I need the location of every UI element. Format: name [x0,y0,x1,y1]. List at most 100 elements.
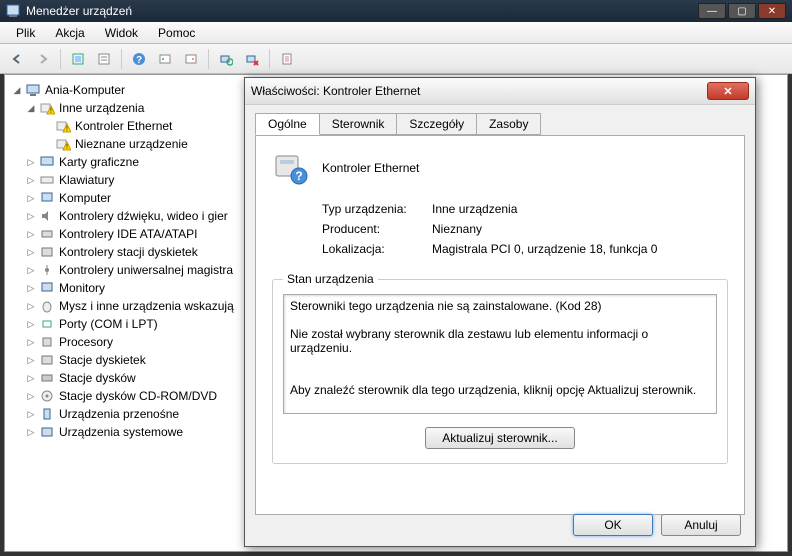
warning-device-icon: ! [55,136,71,152]
dialog-body: Ogólne Sterownik Szczegóły Zasoby ? Kont… [245,105,755,523]
dialog-footer: OK Anuluj [573,514,741,536]
type-value: Inne urządzenia [432,202,728,216]
status-legend: Stan urządzenia [283,272,378,286]
help-button[interactable]: ? [128,48,150,70]
computer-icon [25,82,41,98]
node-label: Kontrolery IDE ATA/ATAPI [59,227,198,241]
expand-icon[interactable]: ▷ [25,246,37,258]
node-label: Urządzenia przenośne [59,407,179,421]
node-label: Karty graficzne [59,155,139,169]
expand-icon[interactable]: ▷ [25,390,37,402]
toolbar-icon[interactable] [93,48,115,70]
mfr-label: Producent: [322,222,432,236]
status-group: Stan urządzenia Aktualizuj sterownik... [272,272,728,464]
menu-view[interactable]: Widok [95,24,148,42]
display-icon [39,154,55,170]
app-icon [6,4,20,18]
forward-button[interactable] [32,48,54,70]
toolbar-icon[interactable] [154,48,176,70]
expand-icon[interactable]: ▷ [25,318,37,330]
window-controls: — ▢ ✕ [696,3,786,19]
menu-action[interactable]: Akcja [45,24,94,42]
uninstall-button[interactable] [241,48,263,70]
menu-help[interactable]: Pomoc [148,24,205,42]
cpu-icon [39,334,55,350]
floppy-controller-icon [39,244,55,260]
tab-driver[interactable]: Sterownik [319,113,398,135]
expand-icon[interactable]: ▷ [25,300,37,312]
window-title: Menedżer urządzeń [26,4,696,18]
tab-resources[interactable]: Zasoby [476,113,541,135]
device-header: ? Kontroler Ethernet [272,150,728,186]
properties-dialog: Właściwości: Kontroler Ethernet ✕ Ogólne… [244,77,756,547]
expand-icon[interactable]: ▷ [25,228,37,240]
expand-icon[interactable]: ▷ [25,210,37,222]
loc-label: Lokalizacja: [322,242,432,256]
info-row-type: Typ urządzenia: Inne urządzenia [322,202,728,216]
toolbar-separator [60,49,61,69]
close-button[interactable]: ✕ [758,3,786,19]
node-label: Stacje dyskietek [59,353,146,367]
node-label: Kontroler Ethernet [75,119,172,133]
node-label: Komputer [59,191,111,205]
node-label: Kontrolery stacji dyskietek [59,245,198,259]
tab-details[interactable]: Szczegóły [396,113,477,135]
node-label: Monitory [59,281,105,295]
menu-file[interactable]: Plik [6,24,45,42]
expand-icon[interactable]: ▷ [25,336,37,348]
collapse-icon[interactable]: ◢ [25,102,37,114]
toolbar-icon[interactable] [276,48,298,70]
ports-icon [39,316,55,332]
update-driver-button[interactable]: Aktualizuj sterownik... [425,427,574,449]
disk-icon [39,370,55,386]
tab-strip: Ogólne Sterownik Szczegóły Zasoby [255,113,745,136]
toolbar-separator [269,49,270,69]
expand-icon[interactable]: ▷ [25,192,37,204]
device-name: Kontroler Ethernet [322,161,419,175]
node-label: Kontrolery dźwięku, wideo i gier [59,209,228,223]
mfr-value: Nieznany [432,222,728,236]
expand-icon[interactable]: ▷ [25,426,37,438]
toolbar-icon[interactable] [180,48,202,70]
cancel-button[interactable]: Anuluj [661,514,741,536]
toolbar: ? [0,44,792,74]
keyboard-icon [39,172,55,188]
dialog-titlebar[interactable]: Właściwości: Kontroler Ethernet ✕ [245,78,755,105]
scan-hardware-button[interactable] [215,48,237,70]
dialog-close-button[interactable]: ✕ [707,82,749,100]
node-label: Ania-Komputer [45,83,125,97]
device-large-icon: ? [272,150,308,186]
svg-text:!: ! [66,144,68,151]
node-label: Stacje dysków CD-ROM/DVD [59,389,217,403]
status-text[interactable] [283,294,717,414]
monitor-icon [39,280,55,296]
tab-panel-general: ? Kontroler Ethernet Typ urządzenia: Inn… [255,135,745,515]
expand-icon[interactable]: ▷ [25,156,37,168]
portable-icon [39,406,55,422]
expand-icon[interactable]: ▷ [25,282,37,294]
back-button[interactable] [6,48,28,70]
node-label: Porty (COM i LPT) [59,317,158,331]
ok-button[interactable]: OK [573,514,653,536]
expand-icon[interactable]: ▷ [25,354,37,366]
toolbar-separator [208,49,209,69]
minimize-button[interactable]: — [698,3,726,19]
floppy-icon [39,352,55,368]
expand-icon[interactable]: ▷ [25,372,37,384]
expand-icon[interactable]: ▷ [25,174,37,186]
main-titlebar: Menedżer urządzeń — ▢ ✕ [0,0,792,22]
node-label: Procesory [59,335,113,349]
mouse-icon [39,298,55,314]
expand-icon[interactable]: ▷ [25,408,37,420]
info-row-loc: Lokalizacja: Magistrala PCI 0, urządzeni… [322,242,728,256]
computer-icon [39,190,55,206]
ide-icon [39,226,55,242]
toolbar-icon[interactable] [67,48,89,70]
maximize-button[interactable]: ▢ [728,3,756,19]
system-icon [39,424,55,440]
collapse-icon[interactable]: ◢ [11,84,23,96]
expand-icon[interactable]: ▷ [25,264,37,276]
svg-text:!: ! [66,126,68,133]
tab-general[interactable]: Ogólne [255,113,320,135]
loc-value: Magistrala PCI 0, urządzenie 18, funkcja… [432,242,728,256]
